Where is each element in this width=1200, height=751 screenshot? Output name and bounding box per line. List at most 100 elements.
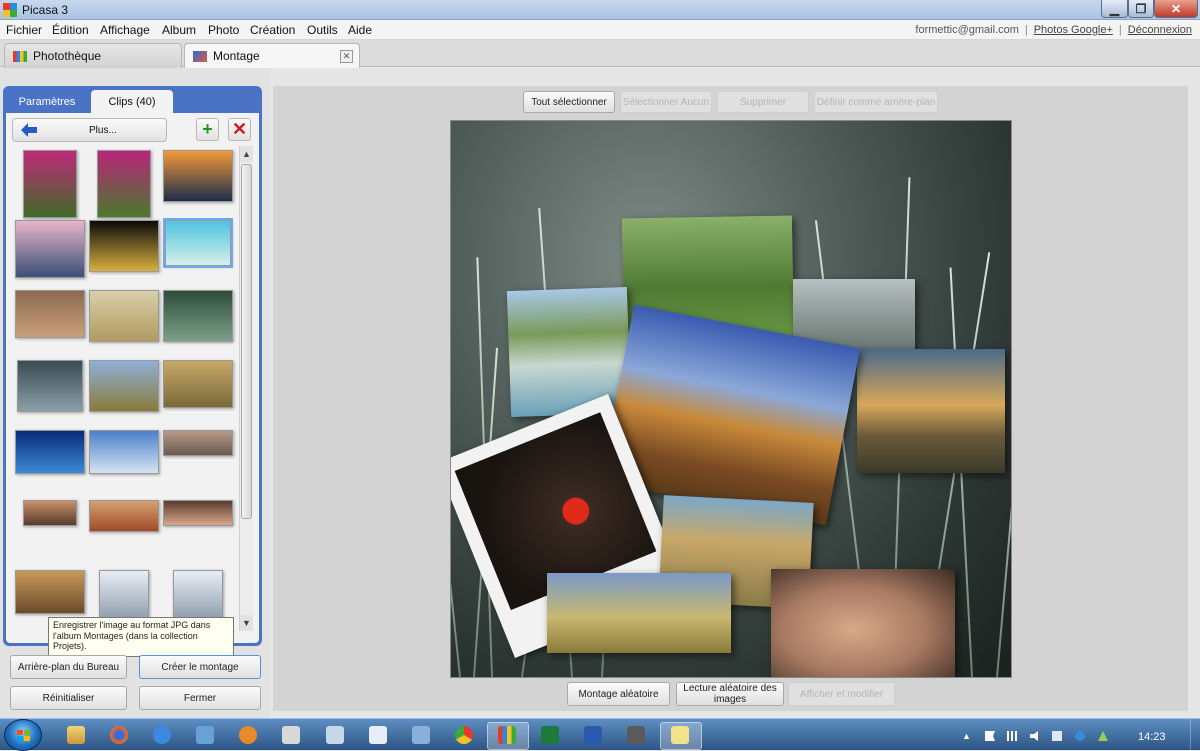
clip-thumb-sunset-lake[interactable] bbox=[163, 150, 233, 202]
minimize-button[interactable]: ▁ bbox=[1101, 0, 1128, 18]
menu-fichier[interactable]: Fichier bbox=[6, 23, 42, 37]
app-icon-4[interactable] bbox=[412, 726, 430, 744]
tab-bar: Photothèque Montage ✕ bbox=[0, 40, 1200, 68]
excel-icon[interactable] bbox=[541, 726, 559, 744]
app-icon-6[interactable] bbox=[671, 726, 689, 744]
maximize-button[interactable]: ❐ bbox=[1128, 0, 1154, 18]
title-bar: Picasa 3 ▁ ❐ ✕ bbox=[0, 0, 1200, 20]
picasa-taskbar-icon[interactable] bbox=[498, 726, 516, 744]
clip-thumb-man-face-2[interactable] bbox=[163, 500, 233, 526]
device-icon[interactable] bbox=[1052, 731, 1062, 741]
clip-thumb-cheetah-cubs[interactable] bbox=[89, 290, 159, 342]
clip-thumb-lightbulb-2[interactable] bbox=[173, 570, 223, 622]
scroll-up-arrow-icon[interactable]: ▲ bbox=[240, 146, 253, 162]
clip-thumb-polar-bear-water[interactable] bbox=[163, 218, 233, 268]
firefox-icon[interactable] bbox=[110, 726, 128, 744]
tab-montage-label: Montage bbox=[213, 49, 260, 63]
clip-thumb-lightbulb-1[interactable] bbox=[99, 570, 149, 622]
media-player-icon[interactable] bbox=[239, 726, 257, 744]
clip-thumb-gold-swirl[interactable] bbox=[89, 220, 159, 272]
photo-waterfall[interactable] bbox=[506, 286, 632, 418]
tab-montage[interactable]: Montage ✕ bbox=[184, 43, 360, 68]
select-all-button[interactable]: Tout sélectionner bbox=[523, 91, 615, 113]
clip-thumb-masai-woman[interactable] bbox=[15, 290, 85, 338]
menu-album[interactable]: Album bbox=[162, 23, 196, 37]
clip-thumb-man-face-1[interactable] bbox=[163, 430, 233, 456]
clip-thumb-antelopes[interactable] bbox=[89, 360, 159, 412]
app-icon-3[interactable] bbox=[326, 726, 344, 744]
view-and-edit-button[interactable]: Afficher et modifier bbox=[788, 682, 895, 706]
more-albums-button[interactable]: Plus... bbox=[12, 118, 167, 142]
app-icon-2[interactable] bbox=[282, 726, 300, 744]
set-as-background-button[interactable]: Définir comme arrière-plan bbox=[814, 91, 938, 113]
close-tab-icon[interactable]: ✕ bbox=[340, 50, 353, 63]
menu-affichage[interactable]: Affichage bbox=[100, 23, 150, 37]
photo-savanna-zebras[interactable] bbox=[547, 573, 731, 653]
more-albums-label: Plus... bbox=[89, 125, 117, 136]
clip-thumb-woman-face[interactable] bbox=[89, 500, 159, 532]
word-icon[interactable] bbox=[584, 726, 602, 744]
photo-man-face[interactable] bbox=[771, 569, 955, 677]
shuffle-images-button[interactable]: Lecture aléatoire des images bbox=[676, 682, 784, 706]
tab-phototheque[interactable]: Photothèque bbox=[4, 43, 182, 68]
clip-grid bbox=[10, 146, 238, 631]
photo-elephant-sunset[interactable] bbox=[857, 349, 1005, 473]
menu-bar: Fichier Édition Affichage Album Photo Cr… bbox=[0, 20, 1200, 40]
clip-thumb-tulips-1[interactable] bbox=[23, 150, 77, 218]
reset-button[interactable]: Réinitialiser bbox=[10, 686, 127, 710]
clip-thumb-tulips-2[interactable] bbox=[97, 150, 151, 218]
clip-thumb-tortoise-sunset[interactable] bbox=[15, 570, 85, 614]
logout-link[interactable]: Déconnexion bbox=[1128, 24, 1192, 36]
app-icon-1[interactable] bbox=[196, 726, 214, 744]
account-area: formettic@gmail.com | Photos Google+ | Décon… bbox=[915, 24, 1192, 36]
tab-clips[interactable]: Clips (40) bbox=[91, 90, 173, 113]
window-title: Picasa 3 bbox=[22, 3, 69, 17]
scroll-down-arrow-icon[interactable]: ▼ bbox=[240, 615, 253, 631]
clip-thumb-boy-face[interactable] bbox=[23, 500, 77, 526]
internet-explorer-icon[interactable] bbox=[153, 726, 171, 744]
close-window-button[interactable]: ✕ bbox=[1154, 0, 1198, 18]
chrome-icon[interactable] bbox=[455, 726, 473, 744]
scroll-thumb[interactable] bbox=[241, 164, 252, 519]
menu-outils[interactable]: Outils bbox=[307, 23, 338, 37]
add-clip-button[interactable]: + bbox=[196, 118, 219, 141]
volume-icon[interactable] bbox=[1030, 731, 1038, 741]
remove-clip-button[interactable]: ✕ bbox=[228, 118, 251, 141]
drive-icon[interactable] bbox=[1098, 731, 1108, 741]
montage-icon bbox=[193, 50, 207, 62]
create-montage-button[interactable]: Créer le montage bbox=[139, 655, 261, 679]
network-signal-icon[interactable] bbox=[1007, 731, 1017, 741]
picasa-app-icon bbox=[3, 3, 17, 17]
menu-aide[interactable]: Aide bbox=[348, 23, 372, 37]
create-montage-tooltip: Enregistrer l'image au format JPG dans l… bbox=[48, 617, 234, 657]
app-icon-5[interactable] bbox=[627, 726, 645, 744]
random-montage-button[interactable]: Montage aléatoire bbox=[567, 682, 670, 706]
menu-edition[interactable]: Édition bbox=[52, 23, 89, 37]
tray-arrow-icon[interactable]: ▲ bbox=[962, 731, 972, 741]
tab-parametres[interactable]: Paramètres bbox=[7, 90, 87, 113]
delete-button[interactable]: Supprimer bbox=[717, 91, 809, 113]
desktop-background-button[interactable]: Arrière-plan du Bureau bbox=[10, 655, 127, 679]
close-button[interactable]: Fermer bbox=[139, 686, 261, 710]
select-none-button[interactable]: Sélectionner Aucun bbox=[620, 91, 712, 113]
explorer-icon[interactable] bbox=[67, 726, 85, 744]
system-clock[interactable]: 14:23 bbox=[1138, 731, 1166, 743]
clip-thumb-lioness-rest[interactable] bbox=[163, 360, 233, 408]
clip-thumb-lily-pads[interactable] bbox=[17, 360, 83, 412]
clip-thumb-water-lilies[interactable] bbox=[163, 290, 233, 342]
menu-photo[interactable]: Photo bbox=[208, 23, 239, 37]
show-desktop-button[interactable] bbox=[1190, 719, 1200, 751]
clip-thumb-pink-coast[interactable] bbox=[15, 220, 85, 278]
montage-canvas[interactable] bbox=[450, 120, 1012, 678]
action-center-flag-icon[interactable] bbox=[985, 731, 995, 741]
menu-creation[interactable]: Création bbox=[250, 23, 295, 37]
clip-thumb-blue-fence[interactable] bbox=[15, 430, 85, 474]
notepad-icon[interactable] bbox=[369, 726, 387, 744]
clip-scrollbar[interactable]: ▲ ▼ bbox=[239, 146, 253, 631]
clip-thumb-dog-sky[interactable] bbox=[89, 430, 159, 474]
back-arrow-icon bbox=[21, 123, 37, 137]
start-button[interactable] bbox=[4, 719, 42, 751]
library-icon bbox=[13, 50, 27, 62]
bluetooth-icon[interactable] bbox=[1075, 731, 1085, 741]
photos-google-link[interactable]: Photos Google+ bbox=[1034, 24, 1113, 36]
